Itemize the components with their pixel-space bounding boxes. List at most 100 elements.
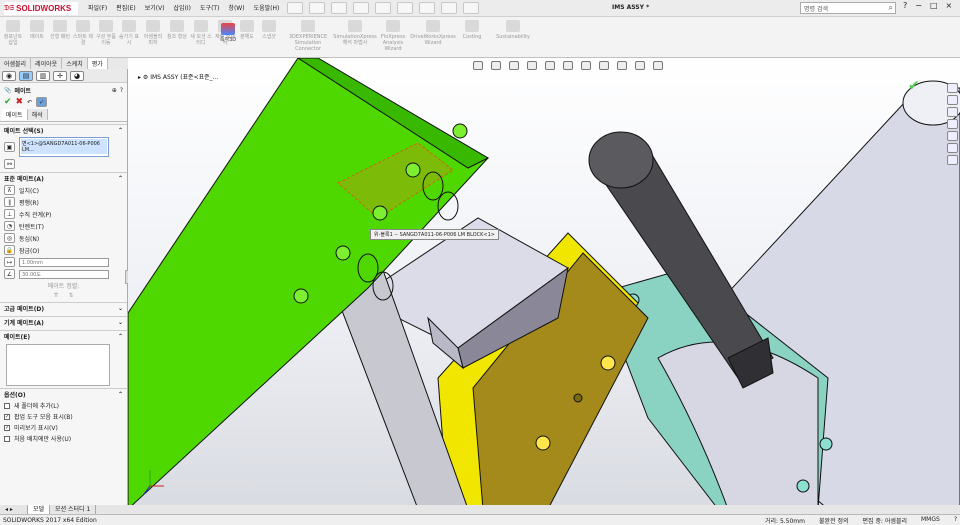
previous-view-icon[interactable] bbox=[509, 61, 519, 70]
nav-arrows[interactable]: ◂ ▸ bbox=[0, 505, 28, 514]
edit-appearance-icon[interactable] bbox=[617, 61, 627, 70]
graphics-area[interactable]: ✔ ▸ ⚙ IMS ASSY (표준<표준_... 위-볼록1 -- SANGD… bbox=[128, 58, 960, 509]
green-bar-hole[interactable] bbox=[405, 162, 421, 178]
mate-selection-header[interactable]: 메이트 선택(S) ⌃ bbox=[0, 124, 127, 136]
expand-icon[interactable]: ⌄ bbox=[118, 319, 123, 326]
mate-tangent[interactable]: ◔ 탄젠트(T) bbox=[0, 220, 127, 232]
minimize-button[interactable]: − bbox=[915, 1, 922, 10]
expand-icon[interactable]: ⌄ bbox=[118, 305, 123, 312]
search-icon[interactable]: ⌕ bbox=[889, 3, 893, 13]
option-popup-toolbar[interactable]: ✓ 팝업 도구 모음 표시(B) bbox=[0, 411, 127, 422]
instant3d-button[interactable]: 즉각3D bbox=[219, 23, 237, 43]
save-icon[interactable] bbox=[331, 2, 347, 14]
assembly-features-button[interactable]: 어셈블리 피처 bbox=[142, 20, 164, 46]
driveworksxpress-button[interactable]: DriveWorksXpress Wizard bbox=[410, 20, 456, 46]
show-hidden-button[interactable]: 숨기기 표시 bbox=[119, 20, 139, 46]
menu-window[interactable]: 창(W) bbox=[228, 3, 244, 12]
green-bar-hole[interactable] bbox=[335, 245, 351, 261]
mechanical-mates-header[interactable]: 기계 메이트(A) ⌄ bbox=[0, 316, 127, 328]
file-explorer-icon[interactable] bbox=[947, 119, 958, 129]
pushpin-icon[interactable]: ⊕ bbox=[112, 87, 117, 94]
configuration-manager-icon[interactable]: ▥ bbox=[36, 71, 50, 81]
reference-geometry-button[interactable]: 참조 형상 bbox=[167, 20, 187, 40]
mate-perpendicular[interactable]: ⊥ 수직 관계(P) bbox=[0, 208, 127, 220]
green-bar-hole[interactable] bbox=[293, 288, 309, 304]
custom-properties-icon[interactable] bbox=[947, 143, 958, 153]
move-component-button[interactable]: 구성 부품 이동 bbox=[96, 20, 116, 46]
mate-selection-list[interactable]: 면<1>@SANGD7A011-06-P006 LM... bbox=[19, 137, 109, 157]
new-motion-study-button[interactable]: 새 모션 스터디 bbox=[190, 20, 212, 46]
menu-edit[interactable]: 편집(E) bbox=[116, 3, 136, 12]
feature-manager-icon[interactable]: ◉ bbox=[2, 71, 16, 81]
tab-sketch[interactable]: 스케치 bbox=[62, 58, 88, 69]
property-manager-icon[interactable]: ▤ bbox=[19, 71, 33, 81]
design-library-icon[interactable] bbox=[947, 107, 958, 117]
feature-tree-root[interactable]: ▸ ⚙ IMS ASSY (표준<표준_... bbox=[138, 72, 218, 81]
section-view-icon[interactable] bbox=[527, 61, 537, 70]
cancel-x-icon[interactable]: ✖ bbox=[16, 97, 24, 107]
undo-icon[interactable] bbox=[375, 2, 391, 14]
floxpress-button[interactable]: FloXpress Analysis Wizard bbox=[381, 20, 405, 52]
options-header[interactable]: 옵션(O) ⌃ bbox=[0, 388, 127, 400]
bracket-hole[interactable] bbox=[535, 435, 551, 451]
angle-input[interactable]: 30.00도 bbox=[19, 269, 109, 279]
snapshot-button[interactable]: 스냅샷 bbox=[259, 20, 279, 40]
zoom-to-fit-icon[interactable] bbox=[473, 61, 483, 70]
ok-check-icon[interactable]: ✔ bbox=[4, 97, 12, 107]
collapse-icon[interactable]: ⌃ bbox=[118, 175, 123, 182]
smart-fasteners-button[interactable]: 스마트 체결 bbox=[73, 20, 93, 46]
checkbox-checked[interactable]: ✓ bbox=[4, 413, 10, 420]
tab-layout[interactable]: 레이아웃 bbox=[31, 58, 63, 69]
quick-tips-icon[interactable]: ? bbox=[954, 516, 957, 525]
options-gear-icon[interactable] bbox=[463, 2, 479, 14]
bracket-hole[interactable] bbox=[573, 393, 583, 403]
selected-face-item[interactable]: 면<1>@SANGD7A011-06-P006 LM... bbox=[21, 139, 107, 154]
teal-hole[interactable] bbox=[819, 437, 833, 451]
resources-icon[interactable] bbox=[947, 95, 958, 105]
menu-help[interactable]: 도움말(H) bbox=[254, 3, 280, 12]
confirm-corner-icon[interactable]: ✔ bbox=[908, 78, 920, 94]
costing-button[interactable]: Costing bbox=[459, 20, 485, 40]
handle-top[interactable] bbox=[588, 131, 654, 189]
display-manager-icon[interactable]: ◕ bbox=[70, 71, 84, 81]
distance-input[interactable]: 1.00mm bbox=[19, 257, 109, 267]
distance-icon[interactable]: ↦ bbox=[4, 257, 15, 267]
mate-parallel[interactable]: ∥ 평행(R) bbox=[0, 196, 127, 208]
app-logo[interactable]: 𝔇𝔖 SOLIDWORKS bbox=[4, 2, 78, 15]
new-document-icon[interactable] bbox=[287, 2, 303, 14]
insert-component-button[interactable]: 컴포넌트 삽입 bbox=[2, 20, 24, 46]
collapse-icon[interactable]: ⌃ bbox=[118, 391, 123, 398]
open-folder-icon[interactable] bbox=[309, 2, 325, 14]
tab-evaluate[interactable]: 평가 bbox=[87, 58, 108, 69]
maximize-button[interactable]: □ bbox=[930, 1, 938, 10]
select-icon[interactable] bbox=[397, 2, 413, 14]
checkbox-checked[interactable]: ✓ bbox=[4, 424, 10, 431]
multiple-mate-icon[interactable]: ⚯ bbox=[4, 159, 15, 169]
tab-model[interactable]: 모델 bbox=[28, 505, 51, 514]
subtab-analysis[interactable]: 해석 bbox=[27, 109, 48, 120]
collapse-icon[interactable]: ⌃ bbox=[118, 127, 123, 134]
checkbox[interactable] bbox=[4, 435, 10, 442]
view-settings-icon[interactable] bbox=[653, 61, 663, 70]
appearances-icon[interactable] bbox=[947, 131, 958, 141]
sustainability-button[interactable]: Sustainability bbox=[494, 20, 532, 40]
units-selector[interactable]: MMGS bbox=[921, 516, 940, 525]
option-add-folder[interactable]: 새 폴더에 추가(L) bbox=[0, 400, 127, 411]
menu-file[interactable]: 파일(F) bbox=[88, 3, 107, 12]
anti-aligned-icon[interactable]: ⇅ bbox=[69, 292, 74, 299]
undo-icon[interactable]: ↶ bbox=[27, 99, 32, 106]
bracket-hole[interactable] bbox=[600, 355, 616, 371]
display-style-icon[interactable] bbox=[581, 61, 591, 70]
collapse-icon[interactable]: ⌃ bbox=[118, 333, 123, 340]
hide-show-items-icon[interactable] bbox=[599, 61, 609, 70]
close-button[interactable]: × bbox=[946, 1, 953, 10]
mate-lock[interactable]: 🔒 잠금(O) bbox=[0, 244, 127, 256]
mates-list-box[interactable] bbox=[6, 344, 110, 386]
simulationxpress-button[interactable]: SimulationXpress 해석 마법사 bbox=[333, 20, 377, 46]
tab-motion-study[interactable]: 모션 스터디 1 bbox=[50, 505, 97, 514]
tab-assembly[interactable]: 어셈블리 bbox=[0, 58, 32, 69]
mate-button[interactable]: 메이트 bbox=[27, 20, 47, 40]
dynamic-annotation-icon[interactable] bbox=[545, 61, 555, 70]
apply-scene-icon[interactable] bbox=[635, 61, 645, 70]
print-icon[interactable] bbox=[353, 2, 369, 14]
